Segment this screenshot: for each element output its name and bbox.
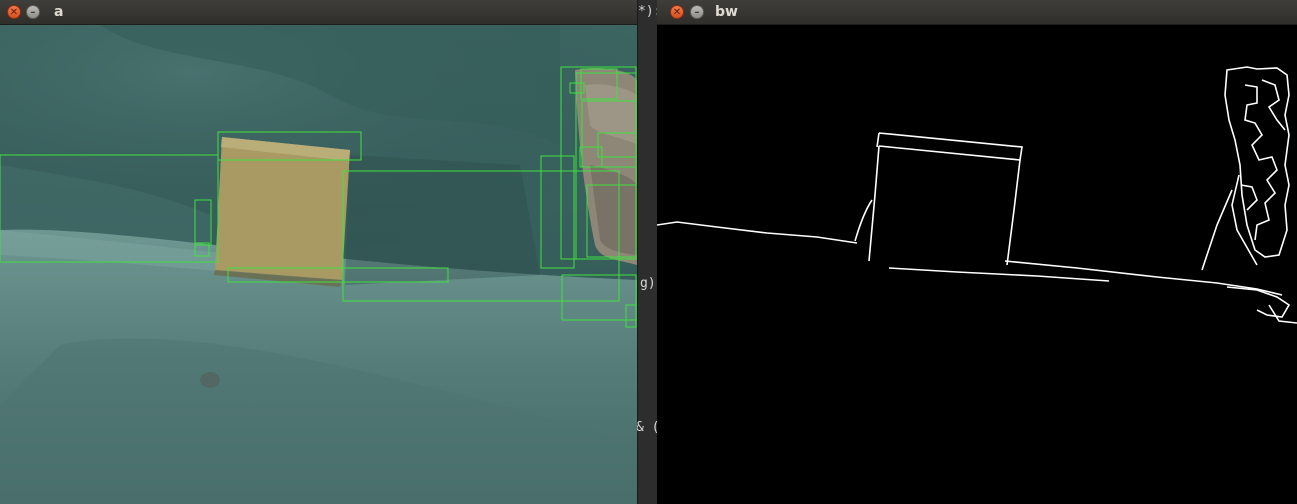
window-a-titlebar[interactable]: ✕ – a xyxy=(0,0,637,25)
window-bw-titlebar[interactable]: ✕ – bw xyxy=(657,0,1297,25)
window-title: bw xyxy=(715,4,738,20)
window-bw: ✕ – bw xyxy=(657,0,1297,504)
close-button[interactable]: ✕ xyxy=(7,5,21,19)
terminal-text-fragment: & ( xyxy=(636,420,660,435)
minimize-button[interactable]: – xyxy=(26,5,40,19)
camera-frame-image xyxy=(0,25,637,504)
close-button[interactable]: ✕ xyxy=(670,5,684,19)
minimize-icon: – xyxy=(694,7,700,18)
edge-mask-image xyxy=(657,25,1297,504)
window-a: ✕ – a xyxy=(0,0,637,504)
close-icon: ✕ xyxy=(9,7,19,18)
minimize-icon: – xyxy=(30,7,36,18)
window-title: a xyxy=(54,4,64,20)
minimize-button[interactable]: – xyxy=(690,5,704,19)
terminal-text-fragment: g) xyxy=(640,276,656,291)
close-icon: ✕ xyxy=(672,7,682,18)
